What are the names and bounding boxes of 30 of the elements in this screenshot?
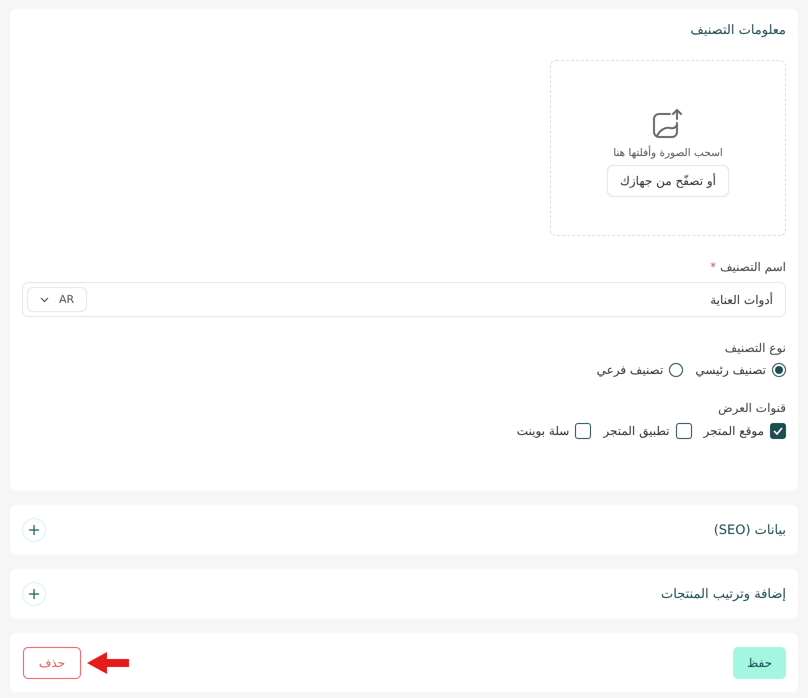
language-select[interactable]: AR (27, 287, 88, 312)
checkbox[interactable] (575, 423, 592, 439)
section-title: بيانات (SEO) (714, 522, 786, 538)
checkbox[interactable] (676, 423, 692, 439)
radio-button[interactable] (669, 363, 684, 377)
save-button[interactable]: حفظ (733, 646, 786, 678)
checkbox-option[interactable]: سلة بوينت (516, 423, 592, 439)
collapsible-section[interactable]: بيانات (SEO) (10, 505, 798, 555)
arrow-icon (87, 652, 129, 674)
checkbox-option[interactable]: تطبيق المتجر (603, 423, 692, 439)
section-title: إضافة وترتيب المنتجات (661, 586, 786, 602)
radio-option[interactable]: تصنيف رئيسي (695, 363, 786, 377)
field-label: اسم التصنيف (720, 260, 786, 274)
browse-button[interactable]: أو تصفّح من جهازك (607, 165, 729, 197)
required-mark: * (710, 260, 716, 274)
checkbox-option[interactable]: موقع المتجر (704, 423, 786, 439)
radio-option[interactable]: تصنيف فرعي (596, 363, 684, 377)
dropzone-hint: اسحب الصورة وأفلتها هنا (613, 147, 723, 159)
field-label: قنوات العرض (717, 401, 786, 415)
expand-icon[interactable] (22, 582, 46, 606)
chevron-down-icon (40, 296, 49, 302)
field-label: نوع التصنيف (724, 341, 786, 355)
expand-icon[interactable] (22, 518, 46, 542)
collapsible-section[interactable]: إضافة وترتيب المنتجات (10, 569, 798, 619)
checkbox[interactable] (770, 423, 786, 439)
image-dropzone[interactable]: اسحب الصورة وأفلتها هنا أو تصفّح من جهازك (550, 60, 786, 236)
image-upload-icon (652, 109, 684, 139)
check-icon (773, 427, 783, 435)
radio-button[interactable] (772, 363, 786, 377)
section-title: معلومات التصنيف (689, 23, 786, 38)
